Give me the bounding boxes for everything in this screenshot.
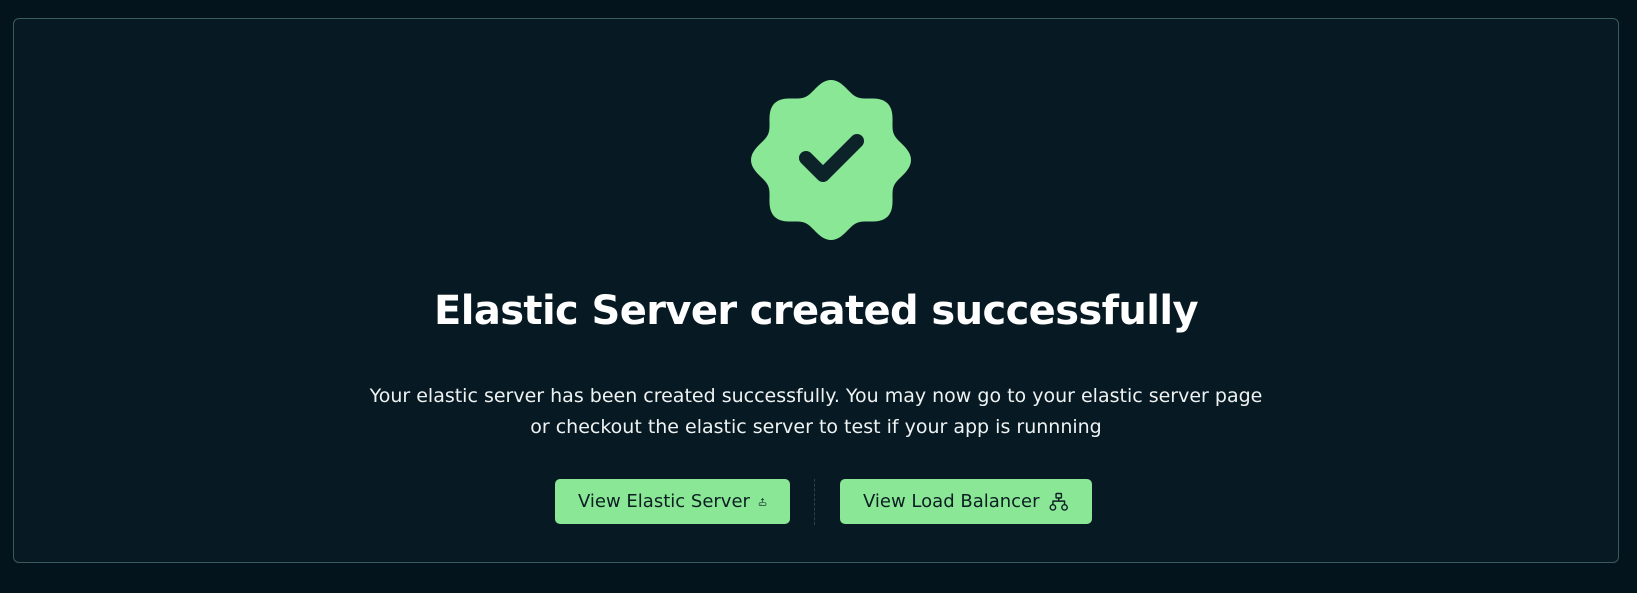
page-title: Elastic Server created successfully	[433, 288, 1199, 334]
description-line-2: or checkout the elastic server to test i…	[530, 416, 1102, 438]
verified-check-badge-icon	[751, 80, 911, 240]
view-elastic-server-label: View Elastic Server	[578, 491, 750, 512]
server-upload-icon	[758, 497, 767, 506]
view-load-balancer-label: View Load Balancer	[863, 491, 1040, 512]
view-elastic-server-button[interactable]: View Elastic Server	[555, 479, 790, 524]
success-description: Your elastic server has been created suc…	[366, 381, 1266, 443]
success-card: Elastic Server created successfully Your…	[13, 18, 1619, 563]
description-line-1: Your elastic server has been created suc…	[369, 385, 1263, 407]
button-divider	[814, 479, 815, 525]
network-hierarchy-icon	[1049, 492, 1068, 511]
view-load-balancer-button[interactable]: View Load Balancer	[840, 479, 1092, 524]
